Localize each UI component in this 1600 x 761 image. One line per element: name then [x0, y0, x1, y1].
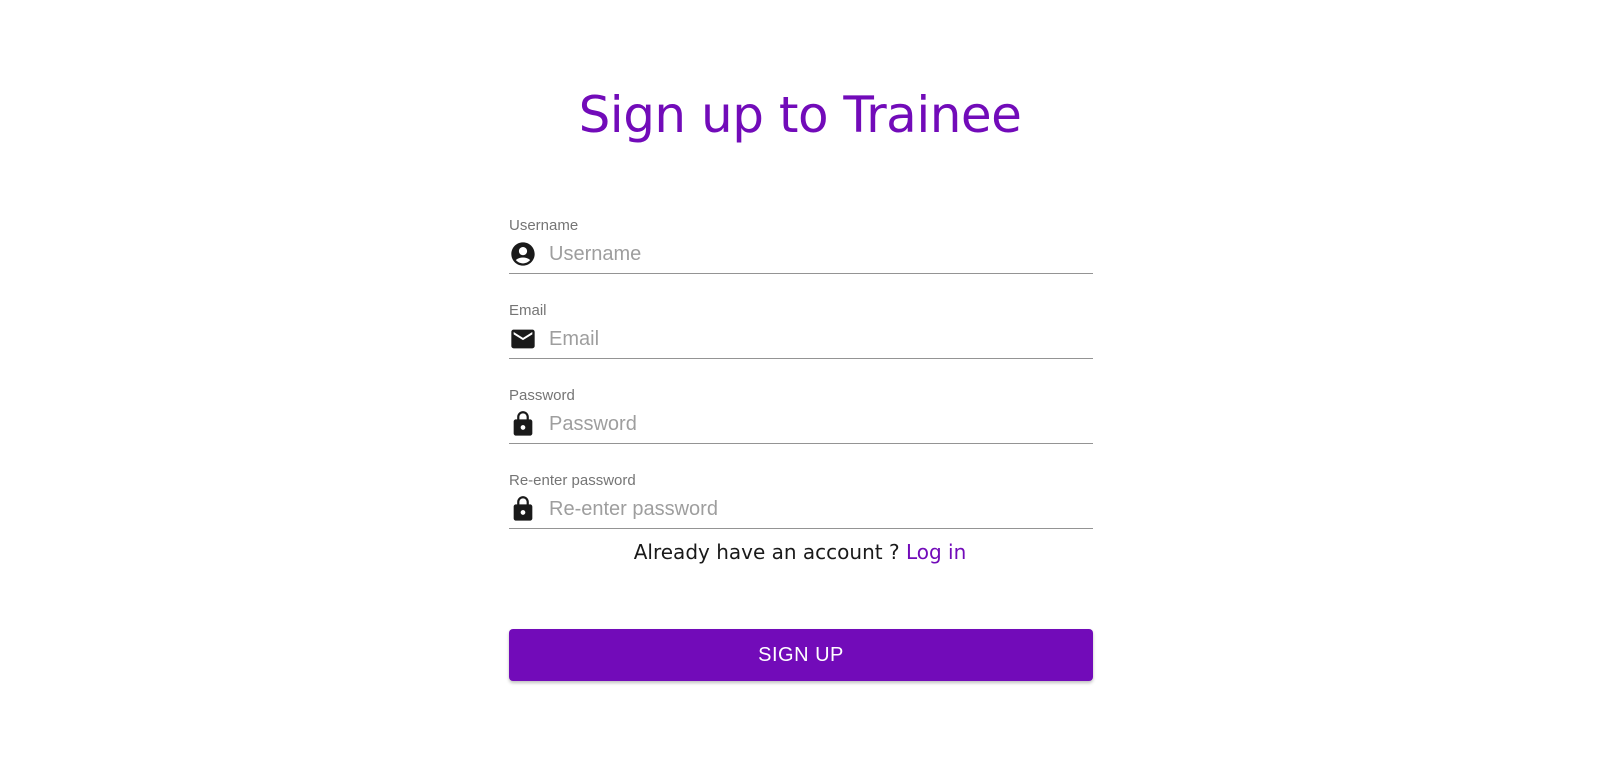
reenter-password-label: Re-enter password: [509, 472, 636, 489]
lock-icon: [509, 409, 539, 439]
login-prompt-row: Already have an account ? Log in: [0, 540, 1600, 564]
account-circle-icon: [509, 239, 539, 269]
lock-icon: [509, 494, 539, 524]
username-row: [509, 235, 1093, 274]
email-field: Email: [509, 302, 1093, 383]
email-input[interactable]: [549, 324, 1093, 354]
password-label: Password: [509, 387, 575, 404]
login-link[interactable]: Log in: [906, 540, 966, 564]
page-title: Sign up to Trainee: [578, 86, 1022, 144]
username-label: Username: [509, 217, 579, 234]
login-prompt-text: Already have an account ?: [633, 540, 906, 564]
signup-button[interactable]: SIGN UP: [509, 629, 1093, 681]
password-field: Password: [509, 387, 1093, 468]
username-input[interactable]: [549, 239, 1093, 269]
reenter-password-input[interactable]: [549, 494, 1093, 524]
password-input[interactable]: [549, 409, 1093, 439]
username-field: Username: [509, 217, 1093, 298]
email-label: Email: [509, 302, 547, 319]
signup-page: Sign up to Trainee Username Email Passwo…: [0, 0, 1600, 761]
email-row: [509, 320, 1093, 359]
password-row: [509, 405, 1093, 444]
reenter-password-row: [509, 490, 1093, 529]
mail-icon: [509, 324, 539, 354]
signup-form: Username Email Password: [509, 213, 1093, 553]
